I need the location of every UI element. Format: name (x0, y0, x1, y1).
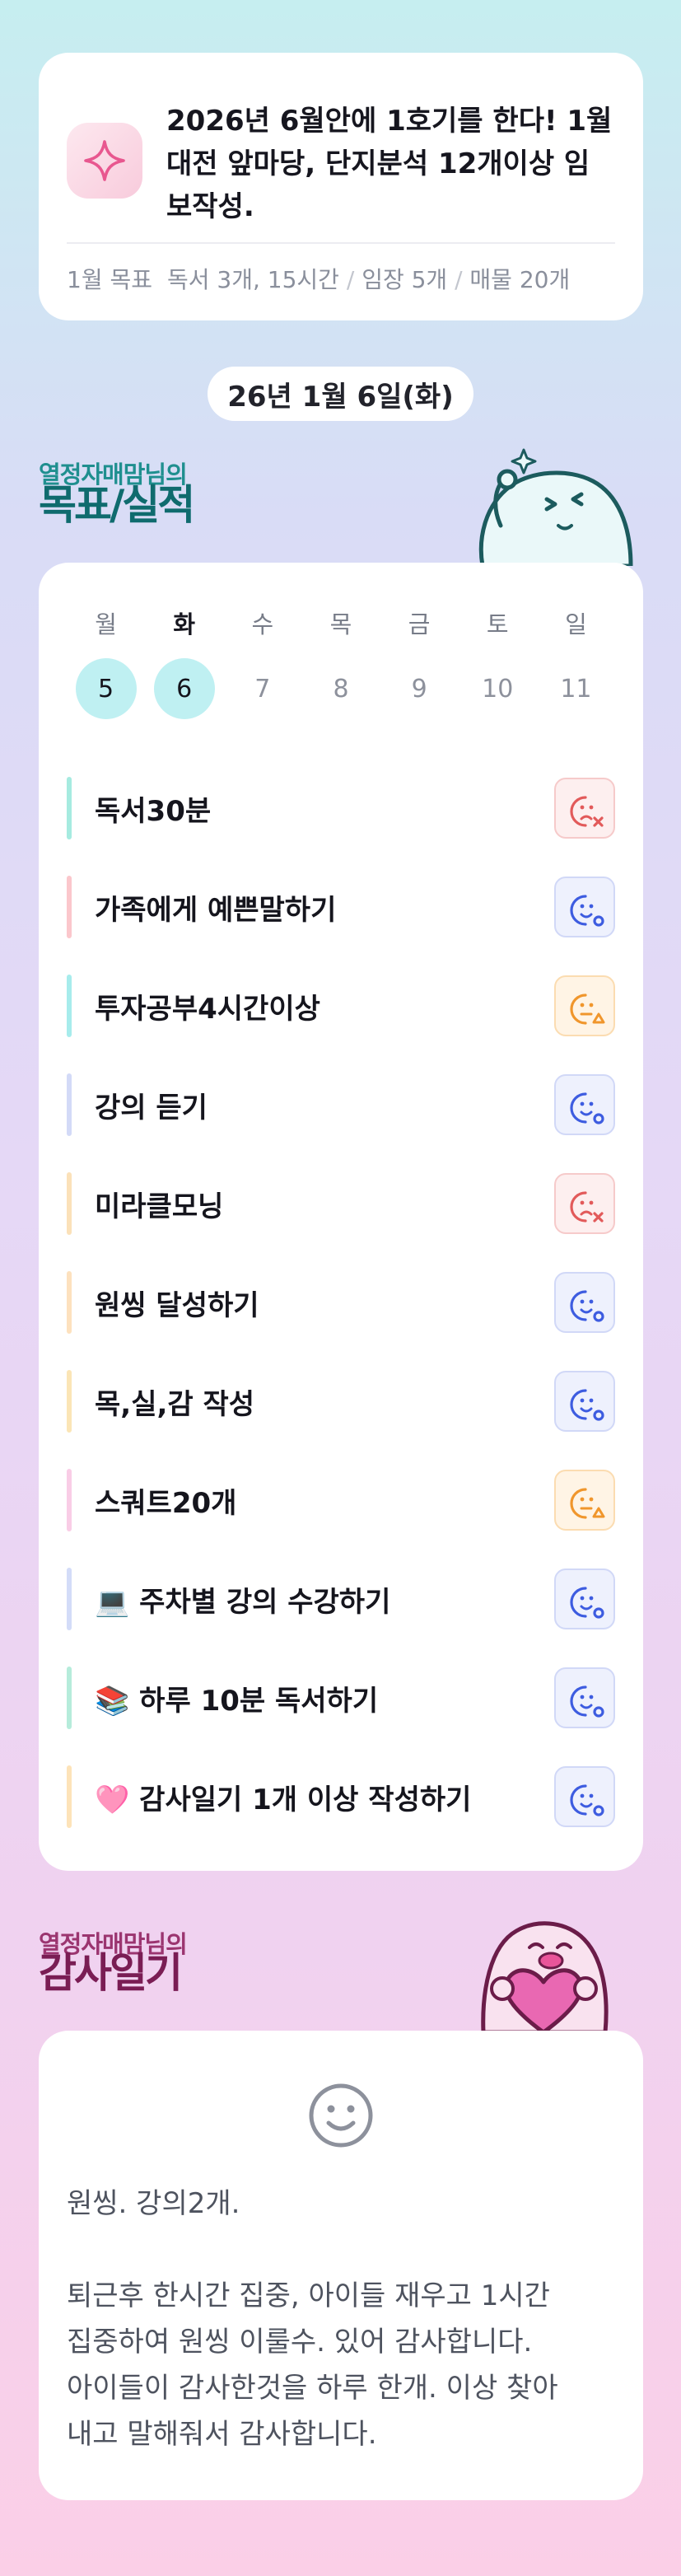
task-color-bar (67, 1667, 72, 1729)
day-number[interactable]: 9 (389, 658, 450, 719)
calendar-day[interactable]: 수 7 (223, 605, 301, 719)
day-number[interactable]: 8 (310, 658, 371, 719)
task-label: 독서30분 (95, 794, 212, 828)
task-color-bar (67, 1073, 72, 1136)
divider (67, 242, 615, 244)
task-label: 목,실,감 작성 (95, 1387, 255, 1421)
gratitude-diary-card[interactable]: 원씽. 강의2개. 퇴근후 한시간 집중, 아이들 재우고 1시간 집중하여 원… (39, 2031, 643, 2500)
task-row[interactable]: 독서30분 (67, 759, 615, 858)
monthly-goal-label: 1월 목표 (67, 266, 152, 293)
task-row[interactable]: 📚 하루 10분 독서하기 (67, 1648, 615, 1747)
day-name: 목 (329, 610, 352, 638)
task-row[interactable]: 원씽 달성하기 (67, 1253, 615, 1352)
task-color-bar (67, 1765, 72, 1828)
task-status-fail-icon[interactable] (554, 778, 615, 839)
task-status-done-icon[interactable] (554, 1272, 615, 1333)
task-row[interactable]: 💻 주차별 강의 수강하기 (67, 1550, 615, 1648)
task-status-partial-icon[interactable] (554, 1470, 615, 1531)
yearly-goal-card[interactable]: 2026년 6월안에 1호기를 한다! 1월 대전 앞마당, 단지분석 12개이… (39, 53, 643, 320)
heart-mascot-icon (481, 1921, 609, 2032)
calendar-day[interactable]: 월 5 (67, 605, 145, 719)
task-color-bar (67, 876, 72, 938)
task-row[interactable]: 투자공부4시간이상 (67, 956, 615, 1055)
task-label: 📚 하루 10분 독서하기 (95, 1684, 379, 1718)
task-color-bar (67, 1469, 72, 1531)
task-label: 🩷 감사일기 1개 이상 작성하기 (95, 1783, 472, 1816)
monthly-goal-item: 매물 20개 (469, 266, 571, 293)
task-row[interactable]: 🩷 감사일기 1개 이상 작성하기 (67, 1747, 615, 1846)
task-row[interactable]: 강의 듣기 (67, 1055, 615, 1154)
smile-icon (309, 2083, 373, 2148)
day-name: 토 (486, 610, 509, 638)
day-name: 수 (251, 610, 274, 638)
day-name: 월 (95, 610, 117, 638)
task-status-partial-icon[interactable] (554, 975, 615, 1036)
monthly-goal: 1월 목표 독서 3개, 15시간 / 임장 5개 / 매물 20개 (67, 266, 571, 293)
day-number[interactable]: 11 (545, 658, 606, 719)
week-calendar: 월 5 화 6 수 7 목 8 금 9 토 10 일 11 (67, 605, 615, 719)
calendar-day[interactable]: 화 6 (145, 605, 223, 719)
task-status-done-icon[interactable] (554, 1569, 615, 1629)
calendar-day[interactable]: 일 11 (537, 605, 615, 719)
day-name: 금 (408, 610, 431, 638)
task-label: 강의 듣기 (95, 1091, 208, 1124)
calendar-day[interactable]: 토 10 (459, 605, 537, 719)
task-label: 가족에게 예쁜말하기 (95, 893, 337, 927)
task-row[interactable]: 미라클모닝 (67, 1154, 615, 1253)
task-list: 독서30분가족에게 예쁜말하기투자공부4시간이상강의 듣기미라클모닝원씽 달성하… (67, 759, 615, 1846)
task-row[interactable]: 가족에게 예쁜말하기 (67, 858, 615, 956)
ghost-mascot-icon (478, 448, 633, 566)
goals-section-title: 목표/실적 (39, 481, 195, 529)
task-row[interactable]: 스쿼트20개 (67, 1451, 615, 1550)
gratitude-diary-text: 원씽. 강의2개. 퇴근후 한시간 집중, 아이들 재우고 1시간 집중하여 원… (67, 2187, 558, 2451)
calendar-day[interactable]: 목 8 (301, 605, 380, 719)
task-row[interactable]: 목,실,감 작성 (67, 1352, 615, 1451)
day-number[interactable]: 7 (232, 658, 293, 719)
task-label: 투자공부4시간이상 (95, 992, 320, 1026)
day-number[interactable]: 5 (75, 658, 137, 719)
task-status-done-icon[interactable] (554, 1766, 615, 1827)
task-label: 미라클모닝 (95, 1190, 224, 1223)
task-color-bar (67, 1370, 72, 1433)
task-status-done-icon[interactable] (554, 1074, 615, 1135)
task-status-done-icon[interactable] (554, 1371, 615, 1432)
day-number-selected[interactable]: 6 (153, 658, 215, 719)
goals-card: 월 5 화 6 수 7 목 8 금 9 토 10 일 11 독서30분가족에게 … (39, 563, 643, 1871)
day-name: 일 (565, 610, 587, 638)
task-label: 스쿼트20개 (95, 1486, 237, 1520)
day-number[interactable]: 10 (467, 658, 528, 719)
task-status-fail-icon[interactable] (554, 1173, 615, 1234)
current-date[interactable]: 26년 1월 6일(화) (208, 367, 473, 421)
day-name: 화 (173, 610, 196, 638)
monthly-goal-item: 임장 5개 (361, 266, 448, 293)
task-status-done-icon[interactable] (554, 877, 615, 937)
task-label: 💻 주차별 강의 수강하기 (95, 1585, 391, 1619)
task-status-done-icon[interactable] (554, 1667, 615, 1728)
task-color-bar (67, 1172, 72, 1235)
sparkle-icon (67, 123, 142, 199)
task-color-bar (67, 777, 72, 839)
task-color-bar (67, 975, 72, 1037)
calendar-day[interactable]: 금 9 (380, 605, 459, 719)
task-label: 원씽 달성하기 (95, 1288, 259, 1322)
diary-section-title: 감사일기 (39, 1949, 183, 1997)
task-color-bar (67, 1271, 72, 1334)
monthly-goal-item: 독서 3개, 15시간 (167, 266, 339, 293)
yearly-goal-text: 2026년 6월안에 1호기를 한다! 1월 대전 앞마당, 단지분석 12개이… (166, 105, 613, 223)
task-color-bar (67, 1568, 72, 1630)
